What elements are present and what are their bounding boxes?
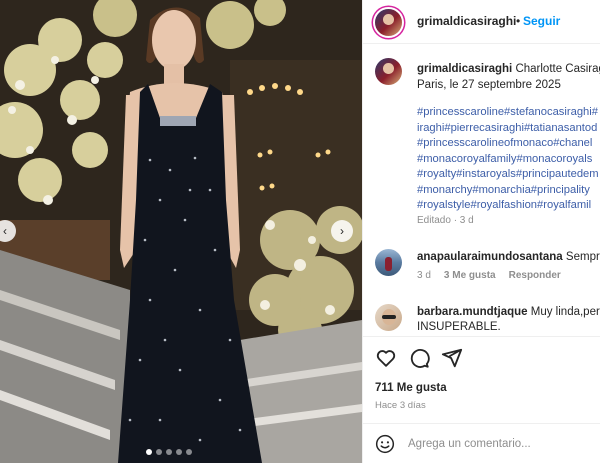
- comment-username[interactable]: anapaularaimundosantana: [417, 251, 563, 263]
- carousel-dot: [166, 449, 172, 455]
- post-side-panel: grimaldicasiraghi • Seguir grimaldicasir…: [362, 0, 600, 463]
- hashtag-line[interactable]: #monarchy#monarchia#principality: [417, 183, 600, 199]
- comment-age: 3 d: [417, 270, 431, 281]
- heart-icon[interactable]: [375, 347, 397, 369]
- hashtag-line[interactable]: #royalty#instaroyals#principautedem: [417, 167, 600, 183]
- comment-composer: [363, 423, 600, 463]
- hashtag-line[interactable]: #princesscarolineofmonaco#chanel: [417, 136, 600, 152]
- carousel-next-button[interactable]: ›: [331, 220, 353, 242]
- hashtag-line[interactable]: #monacoroyalfamily#monacoroyals: [417, 152, 600, 168]
- carousel-dot: [186, 449, 192, 455]
- likes-count[interactable]: 711 Me gusta: [375, 382, 447, 394]
- comment-input[interactable]: [408, 434, 588, 454]
- carousel-dot: [146, 449, 152, 455]
- emoji-icon[interactable]: [375, 434, 395, 454]
- hashtag-line[interactable]: #royalstyle#royalfashion#royalfamil: [417, 198, 600, 214]
- carousel-dot: [176, 449, 182, 455]
- reply-button[interactable]: Responder: [509, 270, 561, 281]
- comment-likes[interactable]: 3 Me gusta: [444, 270, 496, 281]
- commenter-avatar[interactable]: [375, 304, 402, 331]
- carousel-dot: [156, 449, 162, 455]
- hashtag-line[interactable]: iraghi#pierrecasiraghi#tatianasantod: [417, 121, 600, 137]
- comment-icon[interactable]: [408, 347, 430, 369]
- chevron-left-icon: ‹: [3, 224, 7, 238]
- commenter-avatar[interactable]: [375, 249, 402, 276]
- photo-scene: [0, 0, 362, 463]
- comment-text: Muy linda,pero: [530, 306, 600, 318]
- hashtag-block: #princesscaroline#stefanocasiraghi# irag…: [417, 105, 600, 214]
- hashtag-line[interactable]: #princesscaroline#stefanocasiraghi#: [417, 105, 600, 121]
- comment: anapaularaimundosantana Sempre: [417, 250, 600, 264]
- carousel-indicator: [146, 449, 192, 455]
- comment-text: Sempre: [565, 251, 600, 263]
- avatar[interactable]: [375, 9, 402, 36]
- caption: grimaldicasiraghi Charlotte Casiraghi Pa…: [417, 61, 600, 93]
- caption-avatar[interactable]: [375, 58, 402, 85]
- caption-text: Charlotte Casiraghi: [515, 63, 600, 75]
- edited-timestamp: Editado · 3 d: [417, 215, 474, 226]
- chevron-right-icon: ›: [340, 224, 344, 238]
- comment: barbara.mundtjaque Muy linda,pero: [417, 305, 600, 319]
- post-header: grimaldicasiraghi • Seguir: [363, 0, 600, 44]
- post-image[interactable]: ‹ ›: [0, 0, 362, 463]
- share-icon[interactable]: [441, 347, 463, 369]
- comment-meta: 3 d 3 Me gusta Responder: [417, 270, 561, 281]
- comment-username[interactable]: barbara.mundtjaque: [417, 306, 528, 318]
- separator-dot: •: [516, 14, 521, 28]
- post-actions: 711 Me gusta Hace 3 días: [363, 336, 600, 463]
- post-age: Hace 3 días: [375, 400, 426, 411]
- comment-text-line: INSUPERABLE.: [417, 321, 501, 333]
- follow-button[interactable]: Seguir: [523, 14, 560, 28]
- caption-username[interactable]: grimaldicasiraghi: [417, 63, 512, 75]
- header-username[interactable]: grimaldicasiraghi: [417, 14, 516, 28]
- caption-text-line: Paris, le 27 septembre 2025: [417, 79, 561, 91]
